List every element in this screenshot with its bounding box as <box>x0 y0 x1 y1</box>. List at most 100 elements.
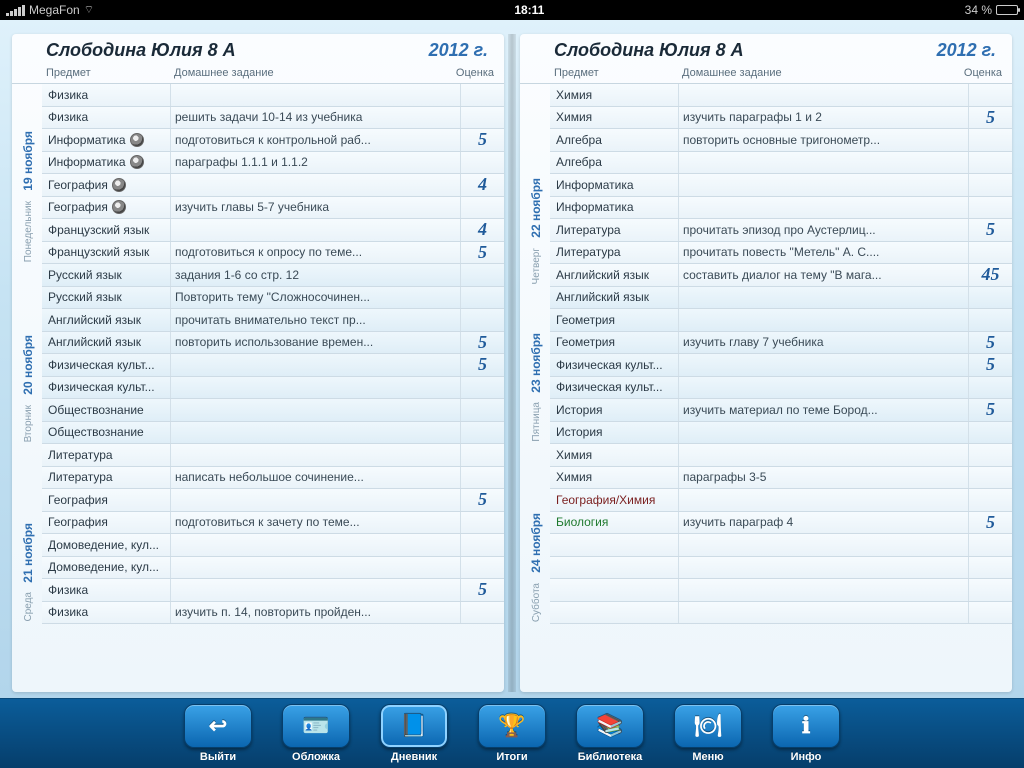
lesson-row[interactable]: Информатикаподготовиться к контрольной р… <box>42 129 504 152</box>
grade-cell: 5 <box>460 354 504 376</box>
lesson-row[interactable]: Английский язык <box>550 287 1012 310</box>
subject-cell: История <box>550 425 678 439</box>
lesson-row[interactable]: Алгебраповторить основные тригонометр... <box>550 129 1012 152</box>
lesson-row[interactable]: Английский языкпрочитать внимательно тек… <box>42 309 504 332</box>
grade-cell <box>460 287 504 309</box>
lesson-row[interactable] <box>550 534 1012 557</box>
lesson-row[interactable]: Физика <box>42 84 504 107</box>
lesson-row[interactable]: Географияподготовиться к зачету по теме.… <box>42 512 504 535</box>
lesson-row[interactable]: Английский языксоставить диалог на тему … <box>550 264 1012 287</box>
toolbar-menu-button[interactable]: 🍽Меню <box>674 704 742 763</box>
lesson-row[interactable]: Биологияизучить параграф 45 <box>550 512 1012 535</box>
lesson-row[interactable]: Физическая культ... <box>550 377 1012 400</box>
lesson-row[interactable]: Физическая культ... <box>42 377 504 400</box>
lesson-row[interactable]: Литературапрочитать повесть "Метель" А. … <box>550 242 1012 265</box>
homework-cell: параграфы 3-5 <box>678 467 968 489</box>
subject-cell: Информатика <box>550 200 678 214</box>
homework-cell <box>170 579 460 601</box>
camera-icon <box>130 133 144 147</box>
grade-cell <box>460 377 504 399</box>
toolbar-label: Итоги <box>496 751 527 763</box>
subject-cell: Физика <box>42 583 170 597</box>
grade-cell: 4 <box>460 219 504 241</box>
lesson-row[interactable] <box>550 557 1012 580</box>
toolbar-label: Меню <box>692 751 723 763</box>
grade-cell <box>968 174 1012 196</box>
toolbar-diary-button[interactable]: 📘Дневник <box>380 704 448 763</box>
subject-cell: Английский язык <box>42 313 170 327</box>
results-icon: 🏆 <box>478 704 546 748</box>
toolbar-label: Инфо <box>791 751 822 763</box>
lesson-row[interactable]: Домоведение, кул... <box>42 557 504 580</box>
lesson-row[interactable]: Химияпараграфы 3-5 <box>550 467 1012 490</box>
clock: 18:11 <box>94 3 965 17</box>
date-label: 20 ноября <box>21 333 35 395</box>
toolbar-info-button[interactable]: ℹИнфо <box>772 704 840 763</box>
lesson-row[interactable]: Литературанаписать небольшое сочинение..… <box>42 467 504 490</box>
toolbar-library-button[interactable]: 📚Библиотека <box>576 704 644 763</box>
lesson-row[interactable] <box>550 579 1012 602</box>
lesson-row[interactable]: География4 <box>42 174 504 197</box>
lesson-row[interactable]: Физикаизучить п. 14, повторить пройден..… <box>42 602 504 625</box>
homework-cell: составить диалог на тему "В мага... <box>678 264 968 286</box>
lesson-row[interactable]: Химияизучить параграфы 1 и 25 <box>550 107 1012 130</box>
lesson-row[interactable]: Обществознание <box>42 422 504 445</box>
grade-cell <box>968 309 1012 331</box>
subject-cell: Физическая культ... <box>550 358 678 372</box>
day-tab: 23 ноябряПятница <box>522 287 550 445</box>
lesson-row[interactable]: Физикарешить задачи 10-14 из учебника <box>42 107 504 130</box>
lesson-row[interactable]: Информатика <box>550 197 1012 220</box>
lesson-row[interactable]: Английский языкповторить использование в… <box>42 332 504 355</box>
homework-cell: подготовиться к контрольной раб... <box>170 129 460 151</box>
day-block: 21 ноябряСредаЛитератураЛитературанаписа… <box>12 444 504 624</box>
lesson-row[interactable]: Литературапрочитать эпизод про Аустерлиц… <box>550 219 1012 242</box>
toolbar-exit-button[interactable]: ↩Выйти <box>184 704 252 763</box>
lesson-row[interactable]: Географияизучить главы 5-7 учебника <box>42 197 504 220</box>
lesson-row[interactable]: История <box>550 422 1012 445</box>
subject-cell: География <box>42 200 170 214</box>
homework-cell: изучить п. 14, повторить пройден... <box>170 602 460 624</box>
lesson-row[interactable]: Русский языкПовторить тему "Сложносочине… <box>42 287 504 310</box>
lesson-row[interactable]: Физическая культ...5 <box>550 354 1012 377</box>
homework-cell: изучить материал по теме Бород... <box>678 399 968 421</box>
battery-icon <box>996 5 1018 15</box>
lesson-row[interactable]: Литература <box>42 444 504 467</box>
weekday-label: Понедельник <box>23 195 34 264</box>
lesson-row[interactable]: Алгебра <box>550 152 1012 175</box>
subject-cell: Химия <box>550 470 678 484</box>
subject-cell: Информатика <box>550 178 678 192</box>
lesson-row[interactable]: Обществознание <box>42 399 504 422</box>
grade-cell <box>460 467 504 489</box>
lesson-row[interactable]: Геометрияизучить главу 7 учебника5 <box>550 332 1012 355</box>
grade-cell <box>460 152 504 174</box>
lesson-row[interactable]: Историяизучить материал по теме Бород...… <box>550 399 1012 422</box>
homework-cell <box>170 399 460 421</box>
homework-cell <box>170 377 460 399</box>
grade-cell: 5 <box>460 579 504 601</box>
subject-cell: География <box>42 178 170 192</box>
camera-icon <box>130 155 144 169</box>
lesson-row[interactable]: Химия <box>550 444 1012 467</box>
toolbar-results-button[interactable]: 🏆 Итоги <box>478 704 546 763</box>
lesson-row[interactable]: География5 <box>42 489 504 512</box>
homework-cell <box>678 422 968 444</box>
lesson-row[interactable]: Французский язык4 <box>42 219 504 242</box>
toolbar-cover-button[interactable]: 🪪Обложка <box>282 704 350 763</box>
homework-cell: изучить параграф 4 <box>678 512 968 534</box>
grade-cell <box>968 444 1012 466</box>
lesson-row[interactable]: Физическая культ...5 <box>42 354 504 377</box>
lesson-row[interactable]: Физика 5 <box>42 579 504 602</box>
lesson-row[interactable]: Информатика <box>550 174 1012 197</box>
lesson-row[interactable] <box>550 602 1012 625</box>
subject-cell: Химия <box>550 448 678 462</box>
lesson-row[interactable]: Химия <box>550 84 1012 107</box>
lesson-row[interactable]: Информатикапараграфы 1.1.1 и 1.1.2 <box>42 152 504 175</box>
lesson-row[interactable]: Французский языкподготовиться к опросу п… <box>42 242 504 265</box>
lesson-row[interactable]: География/Химия <box>550 489 1012 512</box>
homework-cell <box>678 287 968 309</box>
lesson-row[interactable]: Домоведение, кул... <box>42 534 504 557</box>
lesson-row[interactable]: Геометрия <box>550 309 1012 332</box>
lesson-row[interactable]: Русский языкзадания 1-6 со стр. 12 <box>42 264 504 287</box>
subject-cell: Русский язык <box>42 268 170 282</box>
grade-cell <box>968 242 1012 264</box>
